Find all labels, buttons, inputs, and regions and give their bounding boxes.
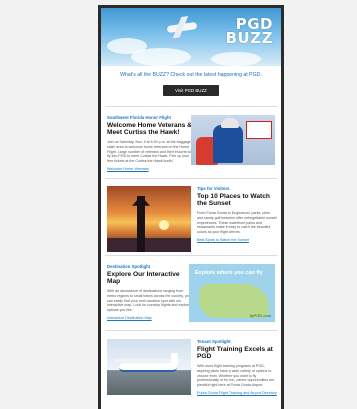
destination-section: Destination Spotlight Explore Our Intera… bbox=[105, 254, 277, 330]
honor-flight-photo[interactable] bbox=[191, 114, 275, 165]
water-shape bbox=[107, 237, 191, 252]
training-plane-photo[interactable] bbox=[107, 338, 191, 395]
sunset-photo[interactable] bbox=[107, 185, 191, 252]
map-caption: Explore where you can fly bbox=[195, 269, 263, 276]
plane-tail bbox=[171, 352, 178, 365]
pgd-buzz-logo[interactable]: PGD BUZZ bbox=[223, 17, 273, 47]
section-body: Join us Saturday, Nov. 9 at 6:30 p.m. at… bbox=[107, 139, 193, 164]
tower-silhouette bbox=[137, 195, 145, 252]
sunset-spots-link[interactable]: Best Spots to Watch the Sunset bbox=[197, 238, 277, 242]
email-frame: PGD BUZZ What's all the BUZZ? Check out … bbox=[98, 5, 284, 409]
destination-text: Destination Spotlight Explore Our Intera… bbox=[107, 264, 191, 320]
newsletter: PGD BUZZ What's all the BUZZ? Check out … bbox=[101, 8, 281, 409]
section-body: With more flight training programs at PG… bbox=[197, 363, 275, 388]
banner-cloud bbox=[131, 48, 191, 66]
destination-map-image[interactable]: Explore where you can fly flyPGD.com bbox=[189, 263, 275, 322]
welcome-home-veterans-link[interactable]: Welcome Home Veterans bbox=[107, 167, 193, 171]
flight-training-text: Tenant Spotlight Flight Training Excels … bbox=[197, 339, 277, 395]
logo-line2: BUZZ bbox=[225, 28, 273, 47]
intro-tagline: What's all the BUZZ? Check out the lates… bbox=[120, 72, 262, 78]
interactive-map-link[interactable]: Interactive Destination Map bbox=[107, 316, 191, 320]
section-body: From Punta Gorda to Englewood, parks, pi… bbox=[197, 210, 277, 235]
sun-shape bbox=[159, 219, 169, 230]
section-kicker: Southwest Florida Honor Flight bbox=[107, 114, 171, 120]
sunset-section: Tips for Visitors Top 10 Places to Watch… bbox=[105, 177, 277, 255]
section-headline: Top 10 Places to Watch the Sunset bbox=[197, 192, 270, 208]
sunset-text: Tips for Visitors Top 10 Places to Watch… bbox=[197, 186, 277, 242]
photo-person bbox=[213, 124, 243, 163]
section-kicker: Destination Spotlight bbox=[107, 263, 151, 269]
section-headline: Welcome Home Veterans & Meet Curtiss the… bbox=[107, 121, 192, 137]
banner-cloud bbox=[211, 52, 261, 66]
header-banner: PGD BUZZ bbox=[101, 8, 281, 66]
honor-flight-text: Southwest Florida Honor Flight Welcome H… bbox=[107, 115, 193, 171]
section-body: With an abundance of destinations rangin… bbox=[107, 288, 191, 313]
section-headline: Explore Our Interactive Map bbox=[107, 270, 180, 286]
intro-block: What's all the BUZZ? Check out the lates… bbox=[101, 66, 281, 97]
section-kicker: Tenant Spotlight bbox=[197, 338, 231, 344]
airplane-icon bbox=[166, 21, 198, 34]
section-kicker: Tips for Visitors bbox=[197, 185, 230, 191]
photo-sign bbox=[246, 120, 272, 139]
flight-training-section: Tenant Spotlight Flight Training Excels … bbox=[105, 329, 277, 409]
flight-training-link[interactable]: Punta Gorda Flight Training and Airport … bbox=[197, 391, 277, 395]
map-brand: flyPGD.com bbox=[249, 312, 271, 318]
visit-pgd-buzz-button[interactable]: Visit PGD BUZZ bbox=[163, 84, 219, 96]
section-headline: Flight Training Excels at PGD bbox=[197, 345, 273, 361]
honor-flight-section: Southwest Florida Honor Flight Welcome H… bbox=[105, 105, 277, 178]
plane-fuselage bbox=[119, 362, 177, 372]
photo-hat bbox=[221, 117, 239, 128]
